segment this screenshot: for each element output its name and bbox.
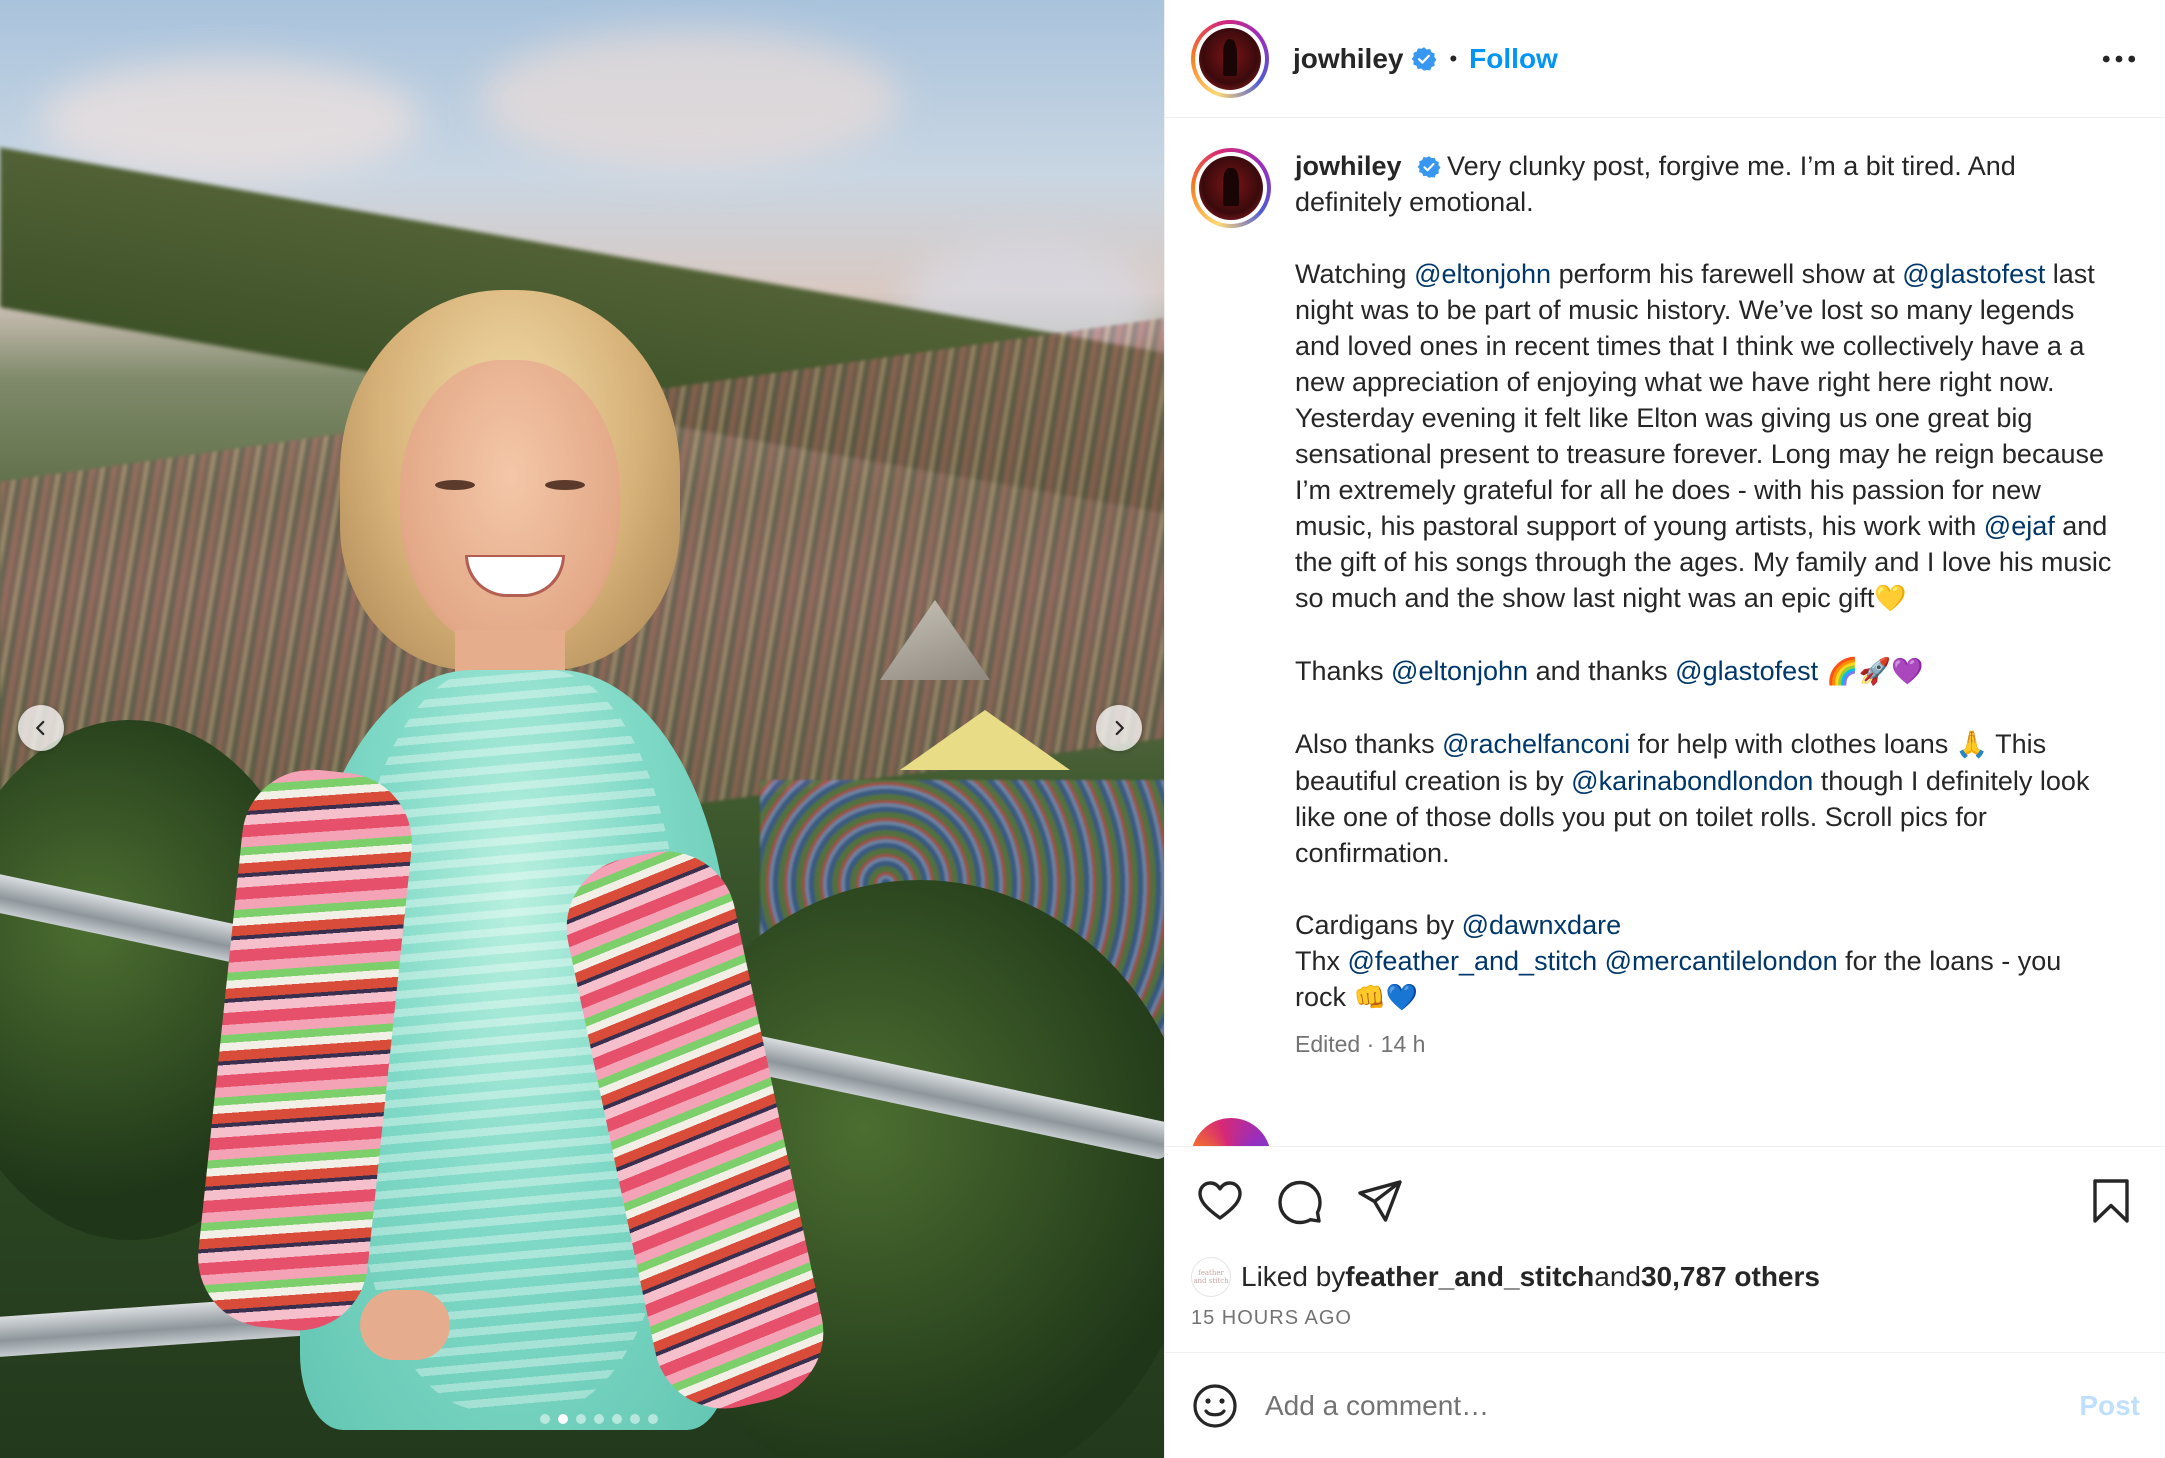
caption-text-run: for help with clothes loans: [1630, 729, 1956, 759]
emoji: 💛: [1874, 584, 1907, 614]
caption-paragraph: Watching @eltonjohn perform his farewell…: [1295, 256, 2115, 617]
mention-link[interactable]: @eltonjohn: [1391, 656, 1528, 686]
post-media[interactable]: [0, 0, 1164, 1458]
carousel-dot: [540, 1414, 550, 1424]
emoji: 🌈🚀💜: [1818, 657, 1924, 687]
likes-others-link[interactable]: 30,787 others: [1641, 1261, 1820, 1293]
action-bar: [1191, 1147, 2140, 1255]
eye: [435, 480, 475, 490]
caption-paragraph: Thanks @eltonjohn and thanks @glastofest…: [1295, 653, 2115, 690]
follow-button[interactable]: Follow: [1469, 43, 1558, 75]
carousel-dot: [594, 1414, 604, 1424]
mention-link[interactable]: @glastofest: [1902, 259, 2045, 289]
post-comment-button[interactable]: Post: [2079, 1390, 2140, 1422]
caption-author-avatar[interactable]: [1191, 148, 1271, 228]
eye: [545, 480, 585, 490]
share-icon: [1358, 1180, 1402, 1222]
mention-link[interactable]: @mercantilelondon: [1605, 946, 1838, 976]
author-avatar[interactable]: [1191, 19, 1269, 98]
post-header: jowhiley • Follow: [1165, 0, 2165, 118]
emoji-picker-icon[interactable]: [1191, 1382, 1239, 1430]
carousel-dot: [558, 1414, 568, 1424]
author-username[interactable]: jowhiley: [1293, 43, 1403, 75]
caption-text-run: Also thanks: [1295, 729, 1443, 759]
post-actions-section: feather and stitch Liked by feather_and_…: [1165, 1146, 2165, 1330]
more-horizontal-icon: [2102, 55, 2136, 62]
avatar-image: [1199, 27, 1261, 90]
carousel-dot: [648, 1414, 658, 1424]
verified-badge-icon: [1412, 46, 1437, 71]
mention-link[interactable]: @glastofest: [1675, 656, 1818, 686]
caption-text-run: perform his farewell show at: [1551, 259, 1903, 289]
caption-text-run: Thanks: [1295, 656, 1392, 686]
mention-link[interactable]: @feather_and_stitch: [1348, 946, 1598, 976]
separator-dot: •: [1449, 45, 1458, 71]
liker-username[interactable]: feather_and_stitch: [1345, 1261, 1594, 1293]
chevron-left-icon: [36, 720, 45, 736]
mention-link[interactable]: @eltonjohn: [1414, 259, 1551, 289]
caption-text: jowhiley Very clunky post, forgive me. I…: [1295, 148, 2115, 1062]
save-button[interactable]: [2082, 1172, 2140, 1230]
sky-cloud: [480, 30, 900, 170]
carousel-dot: [576, 1414, 586, 1424]
caption-text-run: Watching: [1295, 259, 1415, 289]
caption-line: Very clunky post, forgive me. I’m a bit …: [1295, 151, 2016, 217]
face: [400, 360, 620, 650]
add-comment-bar: Post: [1165, 1352, 2165, 1458]
emoji: 👊💙: [1353, 983, 1419, 1013]
mention-link[interactable]: @rachelfanconi: [1442, 729, 1630, 759]
heart-icon: [1198, 1181, 1242, 1220]
person-in-frame: [180, 290, 837, 1458]
bookmark-icon: [2093, 1179, 2129, 1223]
sky-cloud: [40, 60, 420, 180]
liker-avatar[interactable]: feather and stitch: [1191, 1257, 1231, 1297]
comment-input[interactable]: [1265, 1389, 2080, 1422]
likes-middle: and: [1594, 1261, 1641, 1292]
comment-button[interactable]: [1271, 1172, 1329, 1230]
caption: jowhiley Very clunky post, forgive me. I…: [1191, 148, 2139, 1062]
mention-link[interactable]: @karinabondlondon: [1571, 766, 1813, 796]
more-options-button[interactable]: [2099, 39, 2139, 79]
emoji: 🙏: [1955, 730, 1989, 760]
carousel-indicator: [540, 1414, 658, 1424]
hand: [360, 1290, 450, 1360]
next-comment-avatar[interactable]: [1191, 1118, 1271, 1146]
chevron-right-icon: [1115, 720, 1124, 736]
post-panel: jowhiley • Follow jowhiley Very clunky p…: [1164, 0, 2165, 1458]
carousel-dot: [630, 1414, 640, 1424]
caption-paragraph: jowhiley Very clunky post, forgive me. I…: [1295, 148, 2115, 220]
comments-list[interactable]: jowhiley Very clunky post, forgive me. I…: [1165, 118, 2165, 1146]
caption-paragraph: Cardigans by @dawnxdare Thx @feather_and_…: [1295, 907, 2115, 1016]
liker-avatar-text: feather and stitch: [1193, 1269, 1229, 1285]
like-button[interactable]: [1191, 1172, 1249, 1230]
post-timestamp[interactable]: 15 HOURS AGO: [1191, 1307, 2140, 1330]
caption-meta: Edited · 14 h: [1295, 1031, 1426, 1057]
caption-text-run: Thx: [1295, 946, 1348, 976]
mention-link[interactable]: @ejaf: [1984, 511, 2055, 541]
likes-summary: feather and stitch Liked by feather_and_…: [1191, 1257, 2140, 1297]
likes-prefix: Liked by: [1241, 1261, 1346, 1292]
next-slide-button[interactable]: [1096, 705, 1142, 751]
caption-username[interactable]: jowhiley: [1295, 151, 1402, 181]
caption-text-run: Cardigans by: [1295, 910, 1462, 940]
verified-badge-icon: [1417, 156, 1441, 178]
comment-icon: [1278, 1180, 1322, 1225]
caption-text-run: and thanks: [1528, 656, 1676, 686]
avatar-image: [1199, 156, 1263, 220]
caption-paragraph: Also thanks @rachelfanconi for help with…: [1295, 726, 2115, 871]
share-button[interactable]: [1351, 1172, 1409, 1230]
carousel-dot: [612, 1414, 622, 1424]
prev-slide-button[interactable]: [18, 705, 64, 751]
caption-text-run: last night was to be part of music histo…: [1295, 259, 2104, 541]
mention-link[interactable]: @dawnxdare: [1462, 910, 1622, 940]
